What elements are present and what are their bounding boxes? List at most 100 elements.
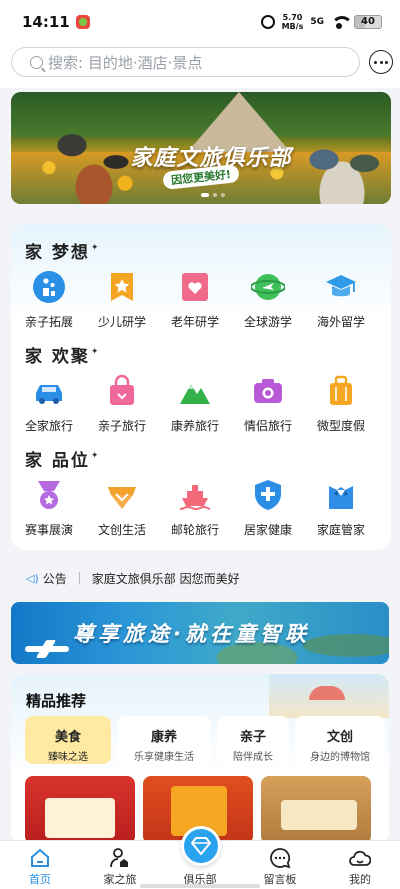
alarm-icon — [260, 15, 275, 29]
wifi-icon — [331, 16, 353, 29]
carousel-dot — [201, 193, 209, 197]
search-icon — [30, 55, 43, 69]
recommend-tab-title: 康养 — [150, 730, 177, 745]
shopping-bag-icon — [110, 374, 134, 405]
recommend-tab-title: 亲子 — [239, 730, 266, 745]
category-item[interactable]: 康养旅行 — [159, 374, 231, 434]
recommend-tab-subtitle: 陪伴成长 — [233, 752, 273, 763]
parent-child-icon — [33, 271, 65, 303]
category-label: 微型度假 — [316, 419, 365, 433]
category-label: 全家旅行 — [24, 419, 73, 433]
announcement-bar[interactable]: ◁) 公告 家庭文旅俱乐部 因您而美好 — [0, 560, 400, 596]
recommend-tab-title: 文创 — [326, 730, 353, 745]
tab-person-home[interactable]: 家之旅 — [80, 841, 160, 889]
category-item[interactable]: 少儿研学 — [86, 270, 158, 330]
recommend-tab-subtitle: 乐享健康生活 — [134, 752, 194, 763]
category-label: 情侣旅行 — [243, 419, 292, 433]
medal-icon — [38, 481, 60, 509]
globe-plane-icon — [251, 274, 285, 300]
recommend-tab-subtitle: 身边的博物馆 — [310, 752, 370, 763]
category-item[interactable]: 家庭管家 — [305, 478, 377, 538]
category-label: 亲子拓展 — [24, 315, 73, 329]
divider — [78, 572, 80, 584]
more-options-button[interactable] — [369, 50, 393, 74]
tab-chat-bubble[interactable]: 留言板 — [240, 841, 320, 889]
more-dot — [385, 60, 388, 64]
app-notification-icon — [75, 15, 90, 29]
category-card: 家 梦想✦ 亲子拓展 少儿研学 老年研学 全球游学 海外留学 家 欢聚✦ 全家旅行 亲子旅… — [11, 224, 391, 550]
status-time: 14:11 — [22, 13, 70, 31]
camera-icon — [254, 379, 282, 403]
category-label: 康养旅行 — [170, 419, 219, 433]
status-bar: 14:11 5.70 MB/s 5G 40 — [0, 0, 400, 44]
recommend-tab[interactable]: 文创 身边的博物馆 — [295, 716, 385, 764]
network-speed-value: 5.70 — [282, 13, 303, 22]
category-item[interactable]: 亲子拓展 — [13, 270, 85, 330]
club-center-button[interactable] — [181, 826, 221, 866]
category-label: 居家健康 — [243, 523, 292, 537]
car-icon — [36, 385, 62, 404]
diamond-icon — [191, 837, 211, 855]
section-title-taste: 家 品位✦ — [25, 446, 100, 471]
announcement-label: 公告 — [42, 571, 67, 586]
product-thumbnail[interactable] — [25, 776, 135, 844]
person-home-icon — [110, 848, 128, 868]
category-label: 老年研学 — [170, 315, 219, 329]
more-dot — [374, 60, 377, 64]
category-item[interactable]: 文创生活 — [86, 478, 158, 538]
category-item[interactable]: 邮轮旅行 — [159, 478, 231, 538]
announcement-text: 家庭文旅俱乐部 因您而美好 — [91, 571, 240, 586]
sparkle-icon: ✦ — [90, 347, 101, 357]
recommend-tab[interactable]: 康养 乐享健康生活 — [117, 716, 211, 764]
network-speed-unit: MB/s — [281, 22, 304, 31]
bookmark-star-icon — [111, 273, 133, 301]
category-grid-taste: 赛事展演 文创生活 邮轮旅行 居家健康 家庭管家 — [11, 478, 391, 538]
recommend-tab[interactable]: 亲子 陪伴成长 — [217, 716, 289, 764]
category-item[interactable]: 微型度假 — [305, 374, 377, 434]
category-label: 亲子旅行 — [97, 419, 146, 433]
tab-cloud-profile[interactable]: 我的 — [320, 841, 400, 889]
carousel-dot — [213, 193, 217, 197]
recommend-tab-subtitle: 臻味之选 — [48, 752, 88, 763]
recommend-tab[interactable]: 美食 臻味之选 — [25, 716, 111, 764]
category-item[interactable]: 全球游学 — [232, 270, 304, 330]
section-title-text: 家 品位 — [25, 451, 90, 471]
product-thumbnail[interactable] — [261, 776, 371, 844]
tab-label: 我的 — [349, 873, 371, 886]
mountain-icon — [180, 384, 210, 404]
promo-banner[interactable]: 尊享旅途·就在童智联 — [11, 602, 389, 664]
category-item[interactable]: 居家健康 — [232, 478, 304, 538]
category-item[interactable]: 情侣旅行 — [232, 374, 304, 434]
home-icon — [31, 849, 49, 867]
network-type: 5G — [310, 17, 324, 27]
section-title-dream: 家 梦想✦ — [25, 238, 100, 263]
graduation-cap-icon — [326, 275, 356, 297]
search-input[interactable]: 搜索: 目的地·酒店·景点 — [11, 47, 360, 77]
category-item[interactable]: 海外留学 — [305, 270, 377, 330]
category-item[interactable]: 赛事展演 — [13, 478, 85, 538]
recommend-tab-title: 美食 — [54, 730, 81, 745]
airplane-icon — [25, 646, 69, 652]
hero-banner[interactable]: 家庭文旅俱乐部 因您更美好! — [11, 92, 391, 204]
battery-level: 40 — [361, 16, 375, 27]
category-label: 家庭管家 — [316, 523, 365, 537]
beach-decoration — [269, 674, 389, 718]
heart-card-icon — [182, 273, 208, 301]
category-label: 文创生活 — [97, 523, 146, 537]
sparkle-icon: ✦ — [90, 243, 101, 253]
cruise-ship-icon — [179, 485, 211, 511]
speaker-icon: ◁) — [26, 571, 39, 585]
search-row: 搜索: 目的地·酒店·景点 — [0, 44, 400, 88]
home-indicator — [140, 884, 260, 888]
category-item[interactable]: 老年研学 — [159, 270, 231, 330]
category-item[interactable]: 全家旅行 — [13, 374, 85, 434]
tab-home[interactable]: 首页 — [0, 841, 80, 889]
section-title-text: 家 欢聚 — [25, 347, 90, 367]
category-item[interactable]: 亲子旅行 — [86, 374, 158, 434]
carousel-indicator — [201, 193, 225, 197]
section-title-gather: 家 欢聚✦ — [25, 342, 100, 367]
more-dot — [379, 60, 383, 64]
promo-text: 尊享旅途·就在童智联 — [73, 622, 310, 646]
network-speed: 5.70 MB/s — [282, 13, 304, 31]
chat-bubble-icon — [270, 848, 291, 869]
